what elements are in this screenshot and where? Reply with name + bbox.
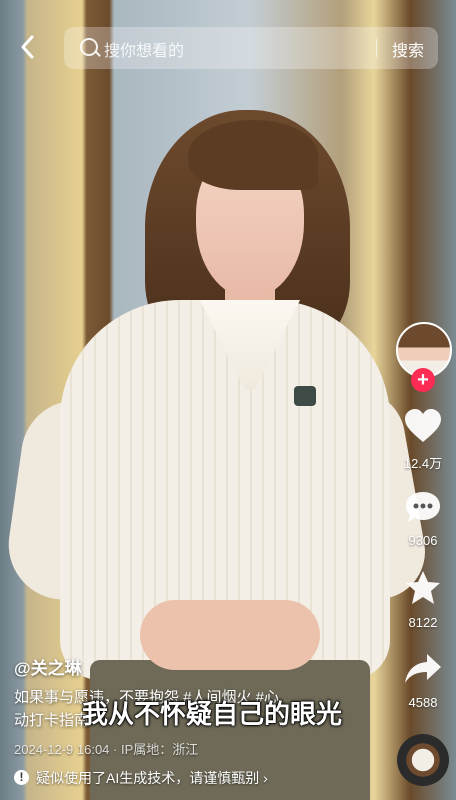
person-bangs: [188, 120, 318, 190]
top-bar: 搜你想看的 搜索: [0, 0, 456, 96]
favorite-action[interactable]: 8122: [394, 570, 452, 630]
comment-count: 9306: [408, 533, 438, 548]
like-action[interactable]: 12.4万: [394, 408, 452, 472]
search-bar[interactable]: 搜你想看的 搜索: [64, 27, 438, 69]
search-icon: [80, 38, 98, 56]
search-button[interactable]: 搜索: [386, 37, 430, 61]
back-button[interactable]: [14, 30, 42, 64]
share-action[interactable]: 4588: [394, 652, 452, 710]
search-divider: [376, 39, 377, 57]
favorite-count: 8122: [408, 615, 438, 630]
share-arrow-icon: [405, 654, 441, 683]
warning-text: 疑似使用了AI生成技术，请谨慎甄别 ›: [36, 770, 268, 786]
follow-button[interactable]: +: [411, 368, 435, 392]
video-subtitle: 我从不怀疑自己的眼光: [81, 699, 343, 730]
chevron-left-icon: [21, 35, 34, 59]
comment-action[interactable]: 9306: [394, 490, 452, 548]
person-hands: [140, 600, 320, 670]
ai-warning[interactable]: ! 疑似使用了AI生成技术，请谨慎甄别 ›: [0, 764, 456, 792]
search-placeholder[interactable]: 搜你想看的: [104, 37, 184, 61]
heart-icon: [405, 409, 441, 442]
author-name[interactable]: @关之琳: [14, 654, 82, 679]
star-icon: [406, 571, 440, 604]
share-count: 4588: [408, 695, 438, 710]
comment-icon: [406, 492, 440, 522]
post-meta: 2024-12-9 16:04 · IP属地：浙江: [14, 742, 199, 757]
sweater-badge: [294, 386, 316, 406]
warning-icon: !: [14, 770, 29, 785]
video-screen[interactable]: 搜你想看的 搜索 + 12.4万 9306 8122 4588 @关之琳 如果事…: [0, 0, 456, 800]
like-count: 12.4万: [403, 456, 443, 471]
